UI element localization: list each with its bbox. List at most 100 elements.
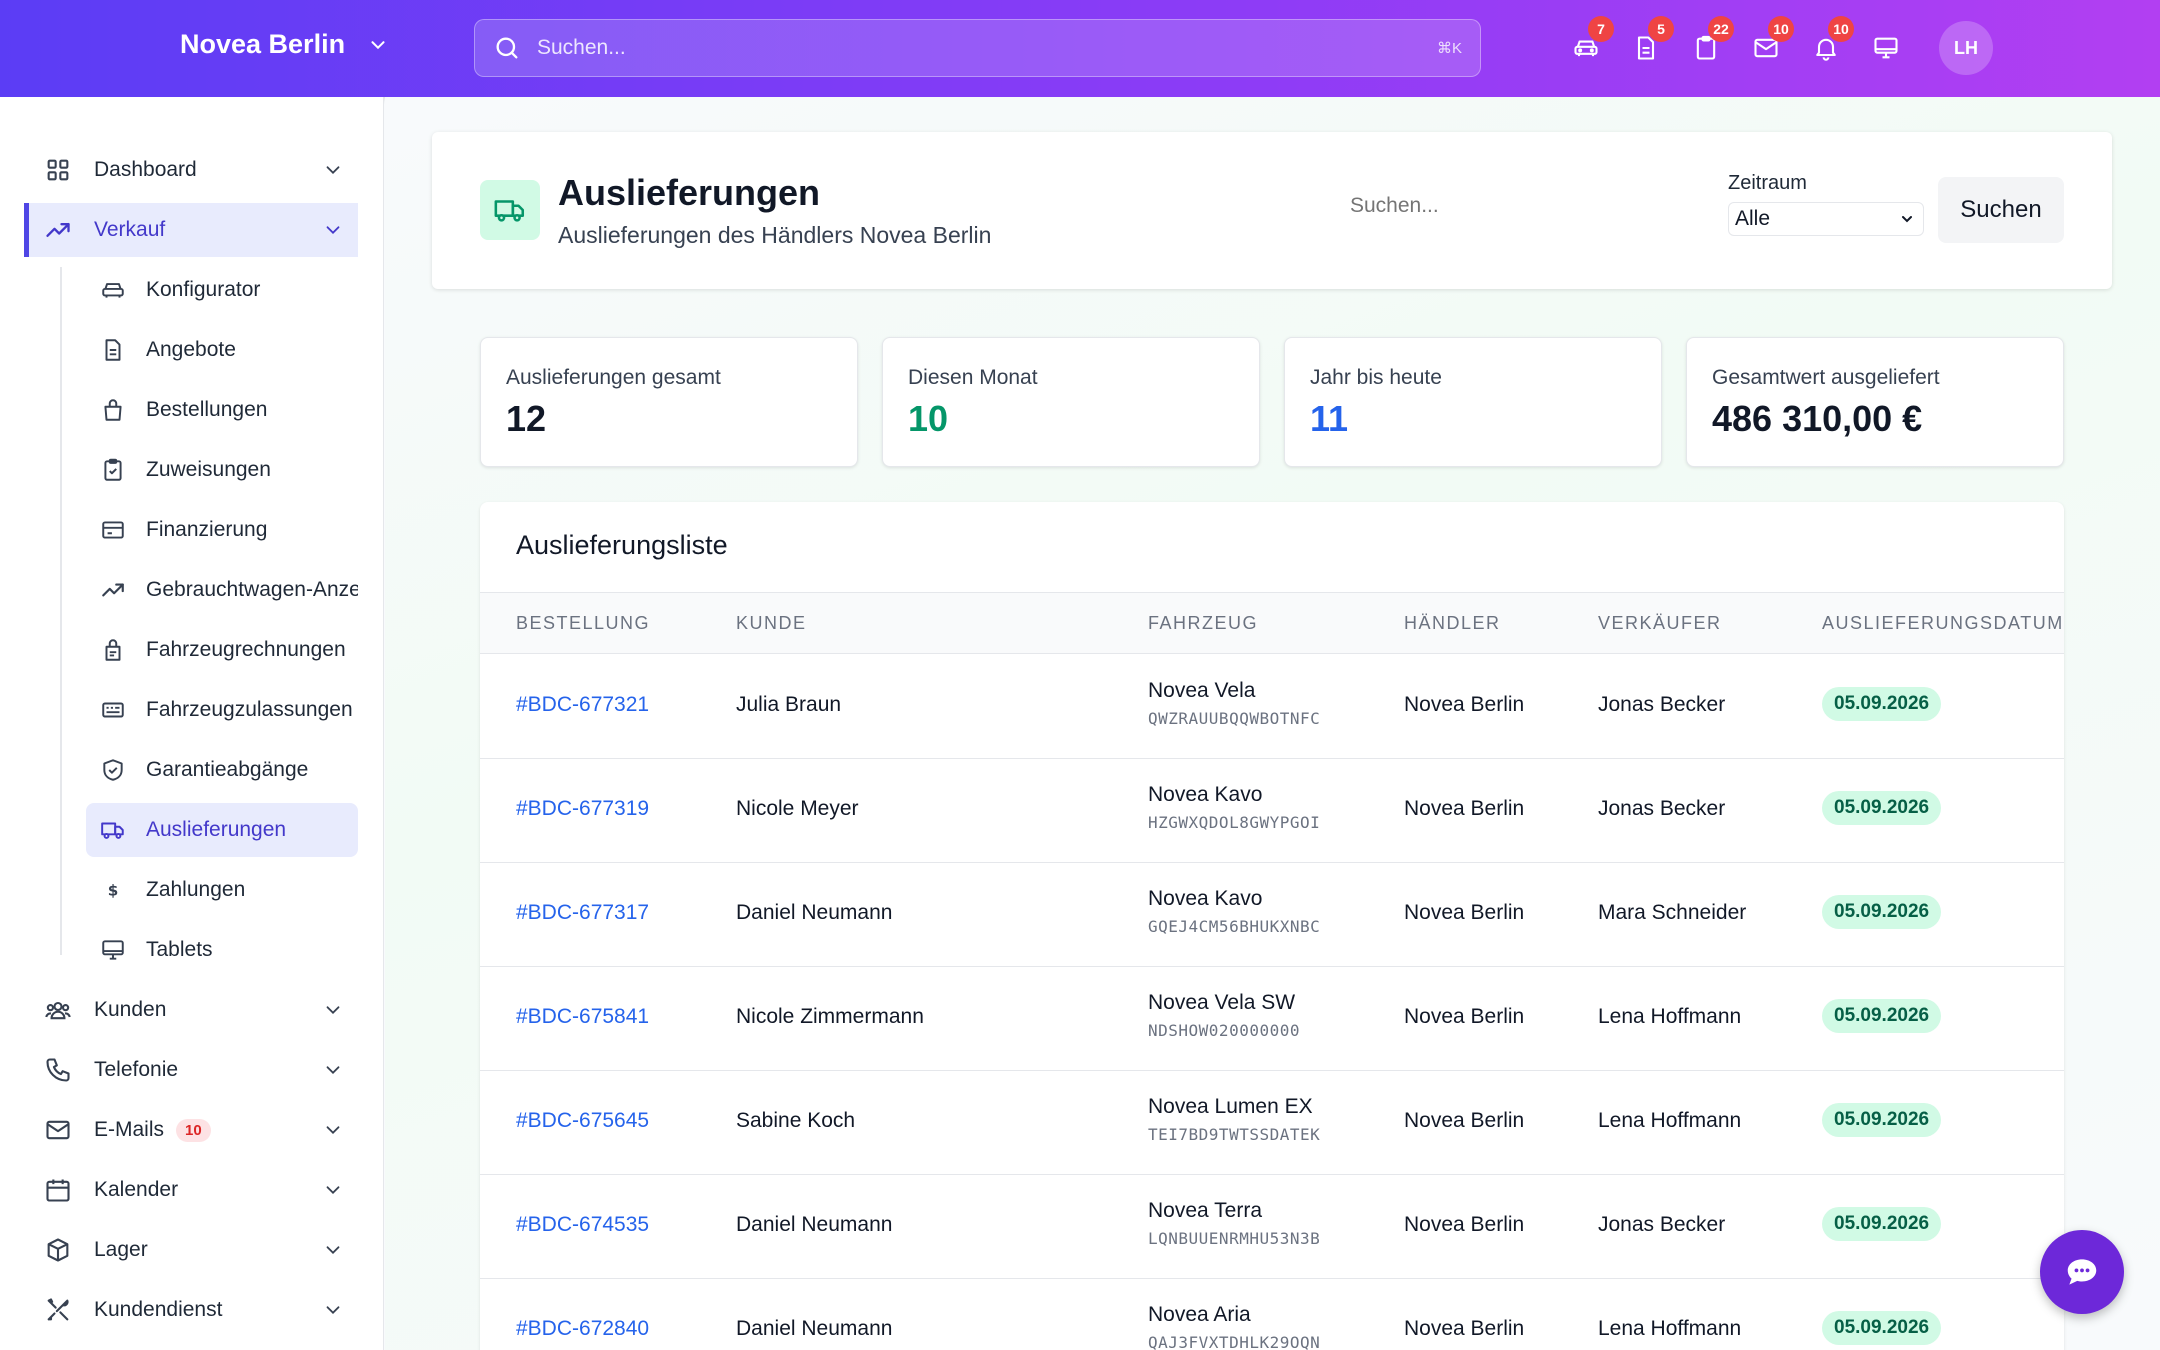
sidebar-item-finanzierung[interactable]: Finanzierung [86,503,358,557]
sidebar-item-zahlungen[interactable]: $ Zahlungen [86,863,358,917]
vehicle-cell: Novea Terra LQNBUUENRMHU53N3B [1148,1199,1320,1248]
order-link[interactable]: #BDC-675841 [516,1005,649,1029]
stat-value: 12 [506,398,547,439]
vehicle-model: Novea Kavo [1148,783,1263,806]
sidebar-item-dashboard[interactable]: Dashboard [24,143,358,197]
sidebar-item-tablets[interactable]: Tablets [86,923,358,977]
vehicle-cell: Novea Kavo HZGWXQDOL8GWYPGOI [1148,783,1320,832]
sidebar-item-fahrzeugrechnungen[interactable]: Fahrzeugrechnungen [86,623,358,677]
sidebar-item-bestellungen[interactable]: Bestellungen [86,383,358,437]
grid-icon [47,159,69,181]
stat-card-ytd: Jahr bis heute 11 [1284,337,1662,467]
sidebar-item-label: Garantieabgänge [146,758,309,781]
order-link[interactable]: #BDC-675645 [516,1109,649,1133]
dealer-switcher[interactable]: Novea Berlin [180,29,389,60]
column-header-vehicle[interactable]: FAHRZEUG [1148,613,1258,634]
vehicle-model: Novea Aria [1148,1303,1251,1326]
stat-value: 11 [1310,398,1349,439]
sidebar-item-zuweisungen[interactable]: Zuweisungen [86,443,358,497]
column-header-customer[interactable]: KUNDE [736,613,807,634]
tablet-button[interactable] [1872,28,1900,68]
dealer-name: Novea Berlin [1404,797,1525,820]
column-header-order[interactable]: BESTELLUNG [516,613,650,634]
brand-name: Novea Berlin [180,29,346,59]
table-row[interactable]: #BDC-674535 Daniel Neumann Novea Terra LQ… [480,1175,2064,1279]
sidebar-item-auslieferungen[interactable]: Auslieferungen [86,803,358,857]
chevron-down-icon [371,40,385,49]
sidebar-item-gebrauchtwagen[interactable]: Gebrauchtwagen-Anzeigen [86,563,358,617]
sidebar-item-telefonie[interactable]: Telefonie [24,1043,358,1097]
sidebar-item-fahrzeugzulassungen[interactable]: Fahrzeugzulassungen [86,683,358,737]
sidebar-item-angebote[interactable]: Angebote [86,323,358,377]
stat-value: 10 [908,398,949,439]
order-link[interactable]: #BDC-674535 [516,1213,649,1237]
document-button[interactable]: 5 [1632,16,1674,68]
order-link[interactable]: #BDC-672840 [516,1317,649,1341]
truck-icon [101,822,124,839]
shield-check-icon [103,759,123,781]
dealer-name: Novea Berlin [1404,1213,1525,1236]
table-row[interactable]: #BDC-677317 Daniel Neumann Novea Kavo GQE… [480,863,2064,967]
sidebar-item-label: Bestellungen [146,398,268,421]
tools-icon [47,1298,69,1321]
sidebar-item-kunden[interactable]: Kunden [24,983,358,1037]
sidebar-item-verkauf[interactable]: Verkauf [24,203,358,257]
top-bar: Novea Berlin Suchen... ⌘K 7 5 22 10 10 L… [0,0,2160,97]
column-header-delivery-date[interactable]: AUSLIEFERUNGSDATUM [1822,613,2064,634]
car-button[interactable]: 7 [1572,16,1614,68]
user-avatar[interactable]: LH [1939,21,1993,75]
sidebar-item-garantieabgaenge[interactable]: Garantieabgänge [86,743,358,797]
seller-name: Jonas Becker [1598,693,1726,716]
vehicle-vin: NDSHOW020000000 [1148,1021,1300,1040]
submenu-line [60,267,62,955]
table-row[interactable]: #BDC-677321 Julia Braun Novea Vela QWZRAU… [480,655,2064,759]
car-icon [102,283,124,298]
sidebar-item-label: Dashboard [94,158,197,181]
search-placeholder: Suchen... [537,36,626,59]
mail-icon [46,1120,70,1140]
period-select[interactable]: Alle [1728,202,1924,236]
chat-button[interactable] [2040,1230,2124,1314]
vehicle-cell: Novea Vela QWZRAUUBQQWBOTNFC [1148,679,1320,728]
seller-name: Lena Hoffmann [1598,1109,1742,1132]
sidebar-item-kalender[interactable]: Kalender [24,1163,358,1217]
customer-name: Daniel Neumann [736,901,893,924]
receipt-icon [105,639,121,661]
chat-icon [2067,1259,2097,1285]
notification-badge: 22 [1708,16,1734,42]
vehicle-vin: HZGWXQDOL8GWYPGOI [1148,813,1321,832]
users-icon [45,1001,71,1020]
bag-icon [104,399,122,421]
global-search-input[interactable]: Suchen... ⌘K [474,19,1481,77]
table-row[interactable]: #BDC-675645 Sabine Koch Novea Lumen EX TE… [480,1071,2064,1175]
dealer-name: Novea Berlin [1404,1005,1525,1028]
vehicle-model: Novea Lumen EX [1148,1095,1313,1118]
deliveries-search-input[interactable] [1350,194,1610,218]
order-link[interactable]: #BDC-677317 [516,901,649,925]
order-link[interactable]: #BDC-677319 [516,797,649,821]
svg-text:$: $ [108,881,119,899]
sidebar-item-lager[interactable]: Lager [24,1223,358,1277]
sidebar-item-kundendienst[interactable]: Kundendienst [24,1283,358,1337]
search-button[interactable]: Suchen [1938,177,2064,243]
mail-button[interactable]: 10 [1752,16,1794,68]
delivery-date-badge: 05.09.2026 [1822,687,1942,721]
clipboard-button[interactable]: 22 [1692,16,1734,68]
page-icon [480,180,540,240]
notifications-button[interactable]: 10 [1812,16,1854,68]
deliveries-table-card: Auslieferungsliste BESTELLUNG KUNDE FAHR… [480,502,2064,1350]
page-subtitle: Auslieferungen des Händlers Novea Berlin [558,222,992,248]
column-header-dealer[interactable]: HÄNDLER [1404,613,1501,634]
table-row[interactable]: #BDC-677319 Nicole Meyer Novea Kavo HZGWX… [480,759,2064,863]
vehicle-vin: GQEJ4CM56BHUKXNBC [1148,917,1321,936]
vehicle-model: Novea Terra [1148,1199,1263,1222]
sidebar-item-label: Kalender [94,1178,179,1201]
table-row[interactable]: #BDC-672840 Daniel Neumann Novea Aria QAJ… [480,1279,2064,1350]
table-row[interactable]: #BDC-675841 Nicole Zimmermann Novea Vela… [480,967,2064,1071]
document-icon [105,339,121,361]
order-link[interactable]: #BDC-677321 [516,693,649,717]
sidebar-item-emails[interactable]: E-Mails 10 [24,1103,358,1157]
column-header-seller[interactable]: VERKÄUFER [1598,613,1722,634]
sidebar-item-label: Auslieferungen [146,818,287,841]
sidebar-item-konfigurator[interactable]: Konfigurator [86,263,358,317]
